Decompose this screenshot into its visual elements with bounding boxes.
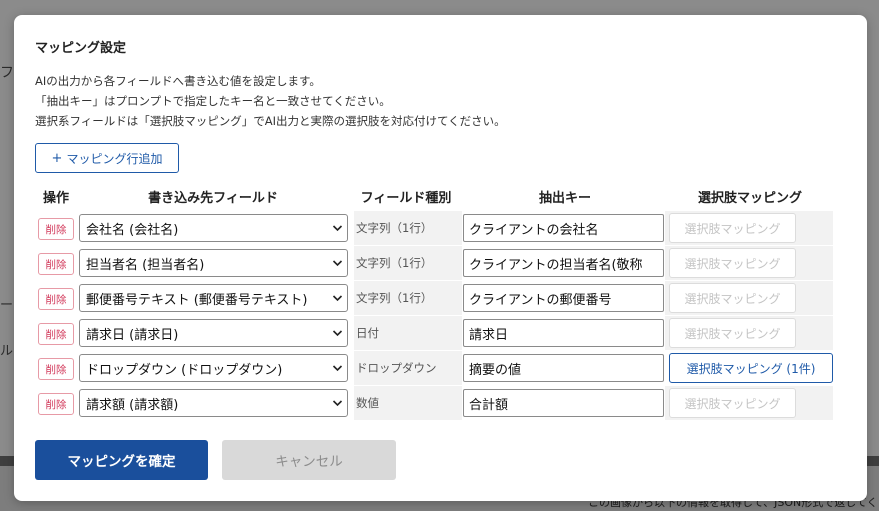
column-header-choice-mapping: 選択肢マッピング xyxy=(697,191,802,206)
column-header-operation: 操作 xyxy=(42,191,69,206)
choice-mapping-button: 選択肢マッピング xyxy=(669,248,796,278)
chevron-down-icon xyxy=(332,400,343,407)
delete-row-button[interactable]: 削除 xyxy=(38,218,74,240)
dialog-description-line: 選択系フィールドは「選択肢マッピング」でAI出力と実際の選択肢を対応付けてくださ… xyxy=(35,114,506,128)
field-type-label: 文字列（1行） xyxy=(356,291,433,305)
field-type-label: ドロップダウン xyxy=(356,361,437,375)
field-type-label: 数値 xyxy=(356,396,379,410)
mapping-row: 削除 郵便番号テキスト (郵便番号テキスト) 文字列（1行） クライアントの郵便… xyxy=(36,281,833,315)
column-header-extract-key: 抽出キー xyxy=(538,191,591,206)
mapping-row: 削除 会社名 (会社名) 文字列（1行） クライアントの会社名 選択肢マッピング xyxy=(36,211,833,245)
background-text-fragment: ル xyxy=(0,344,14,359)
target-field-value: 郵便番号テキスト (郵便番号テキスト) xyxy=(86,292,308,308)
target-field-value: ドロップダウン (ドロップダウン) xyxy=(86,362,283,378)
delete-row-button[interactable]: 削除 xyxy=(38,253,74,275)
extract-key-input[interactable]: クライアントの担当者名(敬称 xyxy=(463,249,664,277)
chevron-down-icon xyxy=(332,365,343,372)
chevron-down-icon xyxy=(332,260,343,267)
mapping-row: 削除 担当者名 (担当者名) 文字列（1行） クライアントの担当者名(敬称 選択… xyxy=(36,246,833,280)
extract-key-input[interactable]: 請求日 xyxy=(463,319,664,347)
mapping-settings-dialog: マッピング設定 AIの出力から各フィールドへ書き込む値を設定します。 「抽出キー… xyxy=(14,15,867,501)
cancel-button[interactable]: キャンセル xyxy=(222,440,396,480)
background-text-fragment: ー xyxy=(0,298,14,313)
field-type-label: 文字列（1行） xyxy=(356,221,433,235)
target-field-value: 請求額 (請求額) xyxy=(86,397,179,413)
delete-row-button[interactable]: 削除 xyxy=(38,323,74,345)
choice-mapping-button: 選択肢マッピング xyxy=(669,213,796,243)
plus-icon: + xyxy=(51,150,63,166)
column-header-target-field: 書き込み先フィールド xyxy=(148,191,278,206)
mapping-row: 削除 請求額 (請求額) 数値 合計額 選択肢マッピング xyxy=(36,386,833,420)
field-type-label: 日付 xyxy=(356,326,379,340)
confirm-mapping-button[interactable]: マッピングを確定 xyxy=(35,440,208,480)
delete-row-button[interactable]: 削除 xyxy=(38,393,74,415)
add-mapping-row-label: マッピング行追加 xyxy=(66,151,163,166)
dialog-title: マッピング設定 xyxy=(35,41,127,56)
chevron-down-icon xyxy=(332,330,343,337)
target-field-value: 担当者名 (担当者名) xyxy=(86,257,205,273)
extract-key-input[interactable]: 摘要の値 xyxy=(463,354,664,382)
column-header-field-type: フィールド種別 xyxy=(360,191,452,206)
target-field-select[interactable]: 請求日 (請求日) xyxy=(79,319,348,347)
add-mapping-row-button[interactable]: + マッピング行追加 xyxy=(35,143,179,173)
delete-row-button[interactable]: 削除 xyxy=(38,288,74,310)
mapping-row: 削除 ドロップダウン (ドロップダウン) ドロップダウン 摘要の値 選択肢マッピ… xyxy=(36,351,833,385)
target-field-select[interactable]: 会社名 (会社名) xyxy=(79,214,348,242)
chevron-down-icon xyxy=(332,295,343,302)
extract-key-input[interactable]: 合計額 xyxy=(463,389,664,417)
dialog-description-line: AIの出力から各フィールドへ書き込む値を設定します。 xyxy=(35,74,321,88)
choice-mapping-button[interactable]: 選択肢マッピング (1件) xyxy=(669,353,833,383)
target-field-value: 会社名 (会社名) xyxy=(86,222,179,238)
extract-key-input[interactable]: クライアントの会社名 xyxy=(463,214,664,242)
mapping-row: 削除 請求日 (請求日) 日付 請求日 選択肢マッピング xyxy=(36,316,833,350)
field-type-label: 文字列（1行） xyxy=(356,256,433,270)
extract-key-input[interactable]: クライアントの郵便番号 xyxy=(463,284,664,312)
target-field-value: 請求日 (請求日) xyxy=(86,327,179,343)
chevron-down-icon xyxy=(332,225,343,232)
target-field-select[interactable]: 担当者名 (担当者名) xyxy=(79,249,348,277)
choice-mapping-button: 選択肢マッピング xyxy=(669,283,796,313)
delete-row-button[interactable]: 削除 xyxy=(38,358,74,380)
background-text-fragment: フ xyxy=(0,65,14,81)
target-field-select[interactable]: 請求額 (請求額) xyxy=(79,389,348,417)
dialog-description-line: 「抽出キー」はプロンプトで指定したキー名と一致させてください。 xyxy=(35,94,391,108)
target-field-select[interactable]: ドロップダウン (ドロップダウン) xyxy=(79,354,348,382)
choice-mapping-button: 選択肢マッピング xyxy=(669,318,796,348)
choice-mapping-button: 選択肢マッピング xyxy=(669,388,796,418)
target-field-select[interactable]: 郵便番号テキスト (郵便番号テキスト) xyxy=(79,284,348,312)
